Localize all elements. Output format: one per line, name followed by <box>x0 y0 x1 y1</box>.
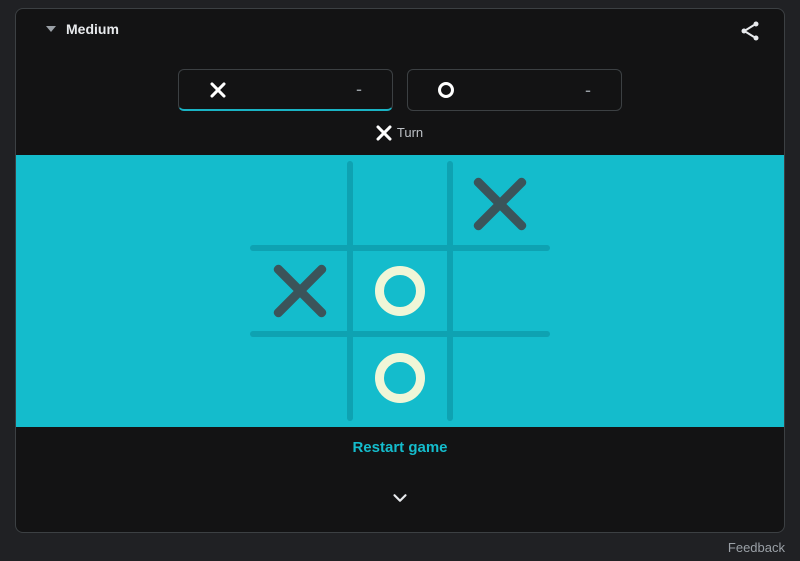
turn-label: Turn <box>397 125 423 140</box>
restart-label: Restart game <box>352 439 447 456</box>
score-o-value: - <box>585 80 591 101</box>
x-mark-icon <box>272 263 328 319</box>
score-x-value: - <box>356 79 362 100</box>
cell-8[interactable] <box>450 335 550 421</box>
cell-7[interactable] <box>350 335 450 421</box>
cell-5[interactable] <box>450 248 550 334</box>
cell-6[interactable] <box>250 335 350 421</box>
o-icon <box>438 82 454 98</box>
cell-0[interactable] <box>250 161 350 247</box>
x-icon <box>209 81 227 99</box>
turn-x-icon <box>377 126 391 140</box>
chevron-down-icon <box>389 487 411 509</box>
turn-indicator: Turn <box>16 125 784 140</box>
o-mark-icon <box>375 353 425 403</box>
x-mark-icon <box>472 176 528 232</box>
header: Medium <box>16 9 784 55</box>
share-icon <box>738 19 762 43</box>
cell-3[interactable] <box>250 248 350 334</box>
score-pill-o[interactable]: - <box>407 69 622 111</box>
cell-4[interactable] <box>350 248 450 334</box>
collapse-button[interactable] <box>16 487 784 509</box>
cell-2[interactable] <box>450 161 550 247</box>
score-row: - - <box>16 69 784 111</box>
game-card: Medium - - Turn <box>15 8 785 533</box>
cell-1[interactable] <box>350 161 450 247</box>
caret-down-icon <box>46 26 56 32</box>
score-pill-x[interactable]: - <box>178 69 393 111</box>
difficulty-dropdown[interactable]: Medium <box>46 21 119 37</box>
difficulty-label: Medium <box>66 21 119 37</box>
feedback-link[interactable]: Feedback <box>728 540 785 555</box>
o-mark-icon <box>375 266 425 316</box>
board <box>16 155 784 427</box>
share-button[interactable] <box>738 19 762 46</box>
grid <box>250 161 550 421</box>
restart-button[interactable]: Restart game <box>16 439 784 456</box>
